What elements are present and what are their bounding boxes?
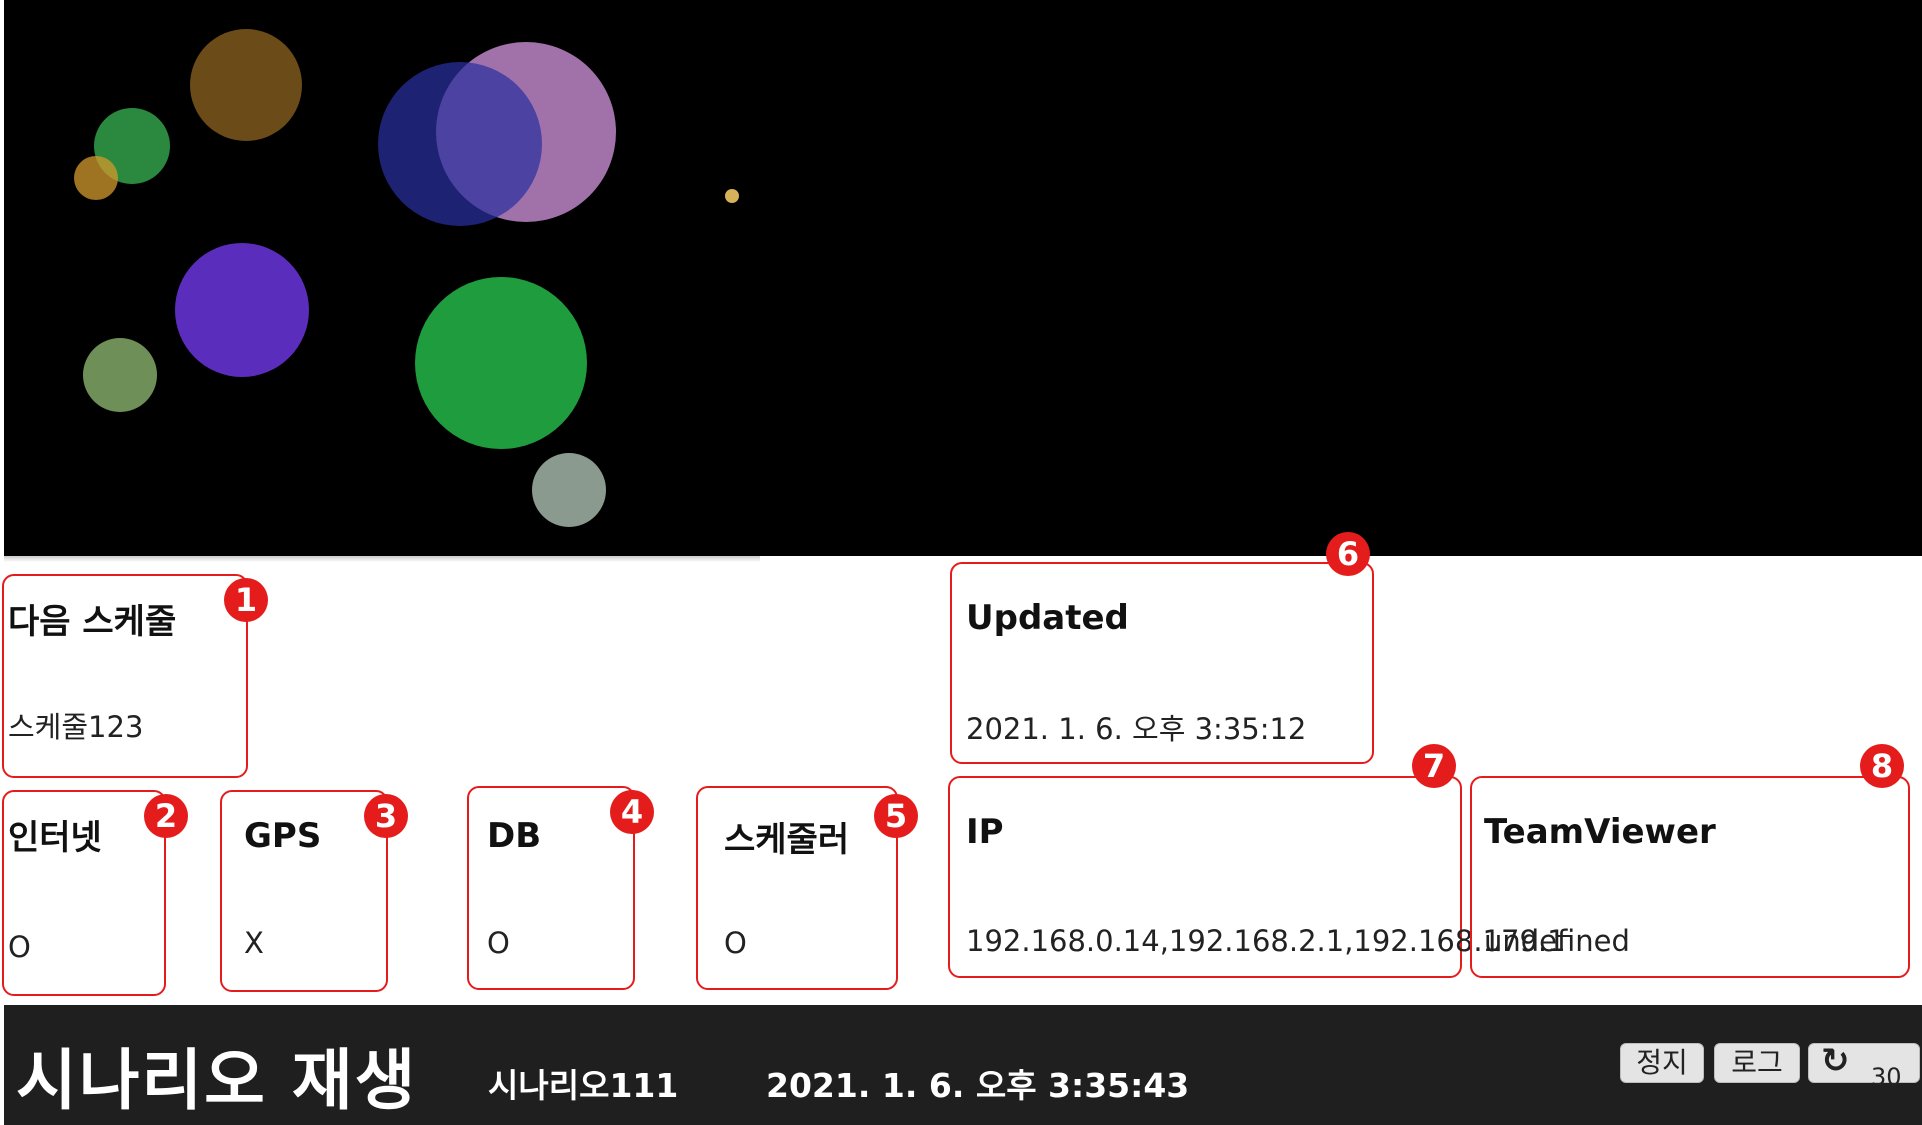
bubble-1 — [190, 29, 302, 141]
refresh-countdown: 30 — [1871, 1063, 1902, 1091]
card-title: DB — [487, 816, 542, 856]
annotation-badge-3: 3 — [364, 794, 408, 838]
annotation-badge-6: 6 — [1326, 532, 1370, 576]
teamviewer-card: TeamViewer undefined — [1470, 776, 1910, 978]
annotation-badge-7: 7 — [1412, 744, 1456, 788]
bubble-7 — [175, 243, 309, 377]
annotation-badge-5: 5 — [874, 794, 918, 838]
annotation-badge-2: 2 — [144, 794, 188, 838]
scenario-name: 시나리오111 — [488, 1066, 679, 1105]
bubble-10 — [532, 453, 606, 527]
card-value: O — [487, 926, 510, 960]
current-time: 2021. 1. 6. 오후 3:35:43 — [766, 1066, 1190, 1105]
bubble-9 — [415, 277, 587, 449]
card-value: O — [724, 926, 747, 960]
bubble-8 — [83, 338, 157, 412]
footer-bar: 시나리오 재생 시나리오111 2021. 1. 6. 오후 3:35:43 정… — [4, 1005, 1922, 1125]
canvas-shadow — [4, 556, 760, 562]
refresh-button[interactable]: ↻ 30 — [1808, 1041, 1920, 1091]
card-title: 스케줄러 — [724, 820, 850, 860]
bubble-6 — [725, 189, 739, 203]
bubble-5 — [378, 62, 542, 226]
card-title: 다음 스케줄 — [8, 602, 177, 642]
card-value: 스케줄123 — [8, 710, 144, 744]
internet-status-card: 인터넷 O — [2, 790, 166, 996]
card-value: X — [244, 926, 264, 960]
updated-card: Updated 2021. 1. 6. 오후 3:35:12 — [950, 562, 1374, 764]
log-button[interactable]: 로그 — [1714, 1043, 1800, 1083]
page-title: 시나리오 재생 — [16, 1042, 418, 1119]
bubble-3 — [74, 156, 118, 200]
card-title: TeamViewer — [1484, 812, 1716, 852]
stop-button[interactable]: 정지 — [1620, 1043, 1704, 1083]
annotation-badge-8: 8 — [1860, 744, 1904, 788]
ip-card: IP 192.168.0.14,192.168.2.1,192.168.179.… — [948, 776, 1566, 978]
card-value: O — [8, 930, 31, 964]
annotation-badge-1: 1 — [224, 578, 268, 622]
refresh-icon: ↻ — [1821, 1041, 1850, 1081]
card-value: 2021. 1. 6. 오후 3:35:12 — [966, 712, 1307, 746]
card-title: 인터넷 — [8, 818, 102, 858]
card-title: Updated — [966, 598, 1129, 638]
card-value: undefined — [1484, 924, 1630, 958]
card-title: GPS — [244, 816, 322, 856]
next-schedule-card: 다음 스케줄 스케줄123 — [2, 574, 248, 778]
bubble-chart — [74, 29, 739, 527]
annotation-badge-4: 4 — [610, 790, 654, 834]
visualization-canvas — [4, 0, 1922, 556]
gps-status-card: GPS X — [220, 790, 388, 992]
scheduler-status-card: 스케줄러 O — [696, 786, 898, 990]
card-title: IP — [966, 812, 1004, 852]
